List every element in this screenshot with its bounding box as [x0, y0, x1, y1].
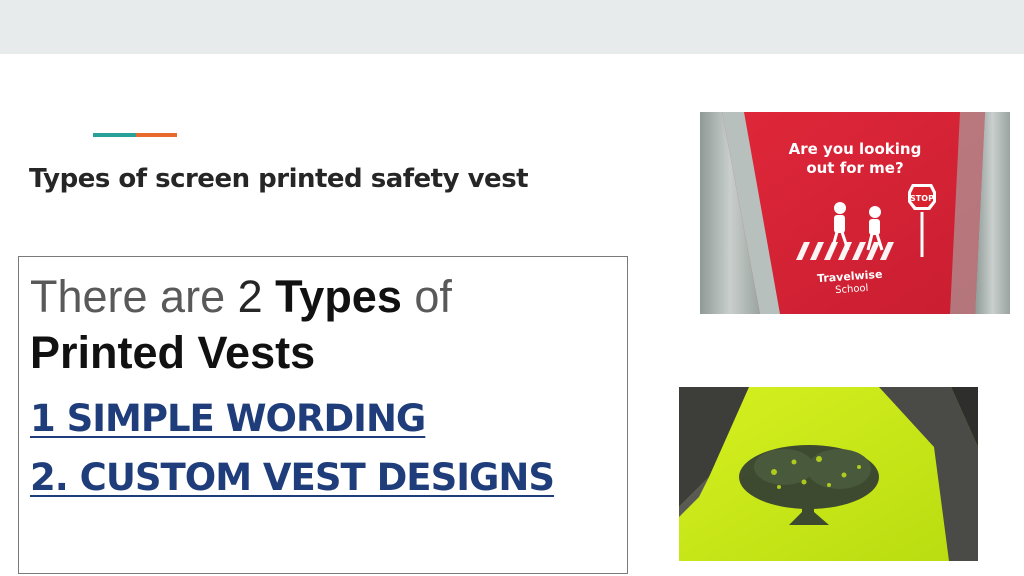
intro-part-2: 2: [237, 271, 276, 322]
intro-part-4: of: [401, 271, 452, 322]
stop-sign-text: STOP: [910, 194, 934, 203]
intro-part-3: Types: [275, 271, 402, 322]
accent-line-teal: [93, 133, 136, 137]
yellow-vest-photo: [679, 387, 978, 561]
intro-part-5: Printed Vests: [30, 327, 316, 378]
list-item-simple-wording[interactable]: 1 SIMPLE WORDING: [30, 397, 426, 440]
intro-text: There are 2 Types of Printed Vests: [30, 269, 620, 381]
slide-title: Types of screen printed safety vest: [29, 164, 529, 194]
vest-print-line2: out for me?: [806, 159, 903, 177]
school-line2: School: [835, 283, 869, 296]
vest-print-line1: Are you looking: [789, 140, 922, 158]
content-box: There are 2 Types of Printed Vests 1 SIM…: [18, 256, 628, 574]
top-bar: [0, 0, 1024, 54]
intro-part-1: There are: [30, 271, 238, 322]
red-vest-photo: Are you looking out for me? STOP Travelw…: [700, 112, 1010, 314]
list-item-custom-designs[interactable]: 2. CUSTOM VEST DESIGNS: [30, 456, 555, 499]
accent-line-orange: [136, 133, 177, 137]
